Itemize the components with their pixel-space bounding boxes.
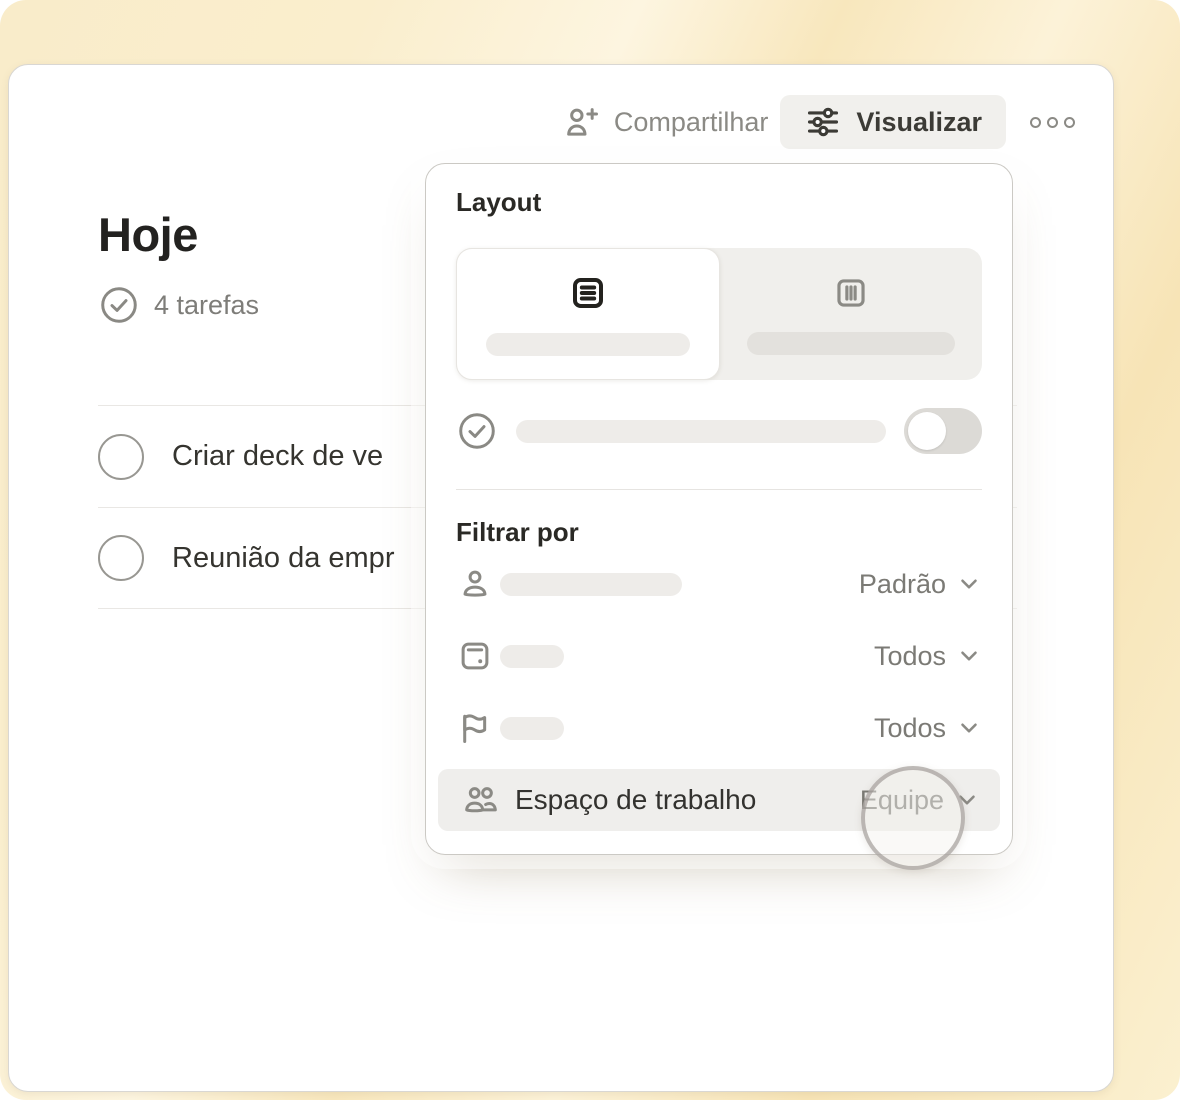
layout-label-placeholder [747, 331, 955, 355]
toggle-label-placeholder [516, 419, 887, 443]
task-label: Criar deck de ve [172, 440, 384, 472]
workspace-label: Espaço de trabalho [515, 784, 757, 815]
layout-label-placeholder [486, 332, 690, 356]
screenshot-root: Compartilhar Visualizar Hoje 4 tarefas C… [0, 0, 1180, 1100]
filter-value: Todos [873, 640, 946, 671]
filter-label-placeholder [500, 644, 564, 668]
task-label: Reunião da empr [172, 541, 395, 574]
filter-label-placeholder [500, 572, 682, 596]
list-layout-icon [568, 273, 608, 313]
share-label: Compartilhar [613, 106, 769, 137]
filter-value: Padrão [858, 568, 946, 599]
toggle-knob [908, 412, 947, 450]
more-dots-icon [1047, 116, 1058, 128]
sliders-icon [804, 103, 842, 141]
more-options-button[interactable] [1030, 116, 1075, 128]
filter-value: Todos [873, 712, 946, 743]
page-title: Hoje [98, 208, 198, 261]
filter-value-group[interactable]: Todos [874, 641, 982, 672]
filter-value-group[interactable]: Todos [874, 713, 982, 744]
check-circle-icon [98, 284, 140, 326]
task-count-label: 4 tarefas [154, 289, 260, 320]
layout-heading: Layout [456, 187, 542, 217]
person-plus-icon [561, 102, 601, 142]
chevron-down-icon [956, 571, 982, 597]
task-checkbox[interactable] [98, 535, 144, 581]
task-count-row: 4 tarefas [98, 284, 259, 326]
filter-row-priority[interactable]: Todos [456, 692, 982, 764]
chevron-down-icon [956, 643, 982, 669]
click-indicator-ring [861, 766, 965, 870]
filter-heading: Filtrar por [456, 517, 579, 547]
more-dots-icon [1064, 116, 1075, 128]
popover-divider [456, 489, 982, 490]
filter-value-group[interactable]: Padrão [859, 569, 982, 600]
completed-toggle-row [456, 408, 982, 454]
chevron-down-icon [956, 715, 982, 741]
people-icon [461, 780, 501, 820]
layout-option-list[interactable] [456, 248, 720, 380]
board-layout-icon [832, 274, 870, 312]
header-actions: Compartilhar Visualizar [561, 95, 1075, 149]
task-checkbox[interactable] [98, 433, 144, 480]
layout-switcher [456, 248, 982, 380]
check-circle-icon [456, 410, 498, 452]
flag-icon [456, 709, 500, 747]
filter-row-date[interactable]: Todos [456, 620, 982, 692]
view-button[interactable]: Visualizar [780, 95, 1006, 149]
share-button[interactable]: Compartilhar [561, 102, 769, 142]
more-dots-icon [1030, 116, 1041, 128]
toggle-switch[interactable] [904, 408, 982, 454]
view-options-popover: Layout Filtrar por Padrão Todos Todos Es… [425, 163, 1013, 855]
person-icon [456, 565, 500, 603]
title-block: Hoje 4 tarefas [98, 207, 259, 326]
view-label: Visualizar [856, 106, 982, 137]
calendar-icon [456, 637, 500, 675]
filter-label-placeholder [500, 716, 564, 740]
layout-option-board[interactable] [720, 248, 982, 380]
filter-row-assignee[interactable]: Padrão [456, 548, 982, 620]
